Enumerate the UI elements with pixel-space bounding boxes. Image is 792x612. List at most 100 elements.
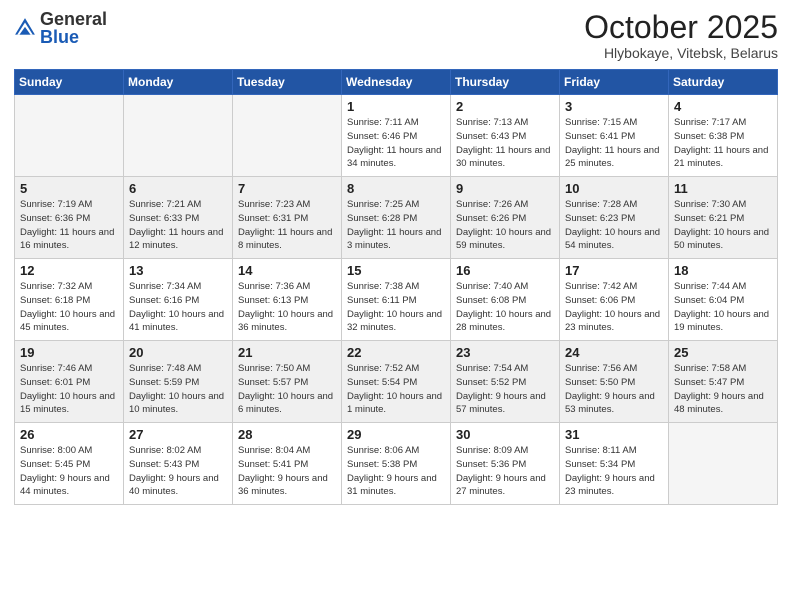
header-monday: Monday — [124, 70, 233, 95]
calendar-header-row: Sunday Monday Tuesday Wednesday Thursday… — [15, 70, 778, 95]
header: General Blue October 2025 Hlybokaye, Vit… — [14, 10, 778, 61]
month-title: October 2025 — [584, 10, 778, 45]
day-number: 27 — [129, 427, 227, 442]
day-info: Sunrise: 7:48 AM Sunset: 5:59 PM Dayligh… — [129, 362, 227, 417]
day-info: Sunrise: 7:54 AM Sunset: 5:52 PM Dayligh… — [456, 362, 554, 417]
day-number: 29 — [347, 427, 445, 442]
calendar-cell-2-6: 10 Sunrise: 7:28 AM Sunset: 6:23 PM Dayli… — [560, 177, 669, 259]
day-number: 2 — [456, 99, 554, 114]
calendar-cell-1-5: 2 Sunrise: 7:13 AM Sunset: 6:43 PM Daylig… — [451, 95, 560, 177]
calendar-week-row-1: 1 Sunrise: 7:11 AM Sunset: 6:46 PM Daylig… — [15, 95, 778, 177]
calendar-week-row-5: 26 Sunrise: 8:00 AM Sunset: 5:45 PM Dayli… — [15, 423, 778, 505]
day-info: Sunrise: 7:56 AM Sunset: 5:50 PM Dayligh… — [565, 362, 663, 417]
title-block: October 2025 Hlybokaye, Vitebsk, Belarus — [584, 10, 778, 61]
day-number: 26 — [20, 427, 118, 442]
day-info: Sunrise: 7:19 AM Sunset: 6:36 PM Dayligh… — [20, 198, 118, 253]
calendar-cell-5-7 — [669, 423, 778, 505]
day-info: Sunrise: 7:13 AM Sunset: 6:43 PM Dayligh… — [456, 116, 554, 171]
calendar-cell-3-1: 12 Sunrise: 7:32 AM Sunset: 6:18 PM Dayli… — [15, 259, 124, 341]
calendar-week-row-2: 5 Sunrise: 7:19 AM Sunset: 6:36 PM Daylig… — [15, 177, 778, 259]
day-number: 14 — [238, 263, 336, 278]
page-container: General Blue October 2025 Hlybokaye, Vit… — [0, 0, 792, 513]
calendar-cell-3-6: 17 Sunrise: 7:42 AM Sunset: 6:06 PM Dayli… — [560, 259, 669, 341]
day-number: 25 — [674, 345, 772, 360]
calendar-cell-3-5: 16 Sunrise: 7:40 AM Sunset: 6:08 PM Dayli… — [451, 259, 560, 341]
header-sunday: Sunday — [15, 70, 124, 95]
calendar-cell-4-4: 22 Sunrise: 7:52 AM Sunset: 5:54 PM Dayli… — [342, 341, 451, 423]
calendar-cell-5-2: 27 Sunrise: 8:02 AM Sunset: 5:43 PM Dayli… — [124, 423, 233, 505]
logo-text-block: General Blue — [40, 10, 107, 46]
header-saturday: Saturday — [669, 70, 778, 95]
day-number: 4 — [674, 99, 772, 114]
day-info: Sunrise: 7:50 AM Sunset: 5:57 PM Dayligh… — [238, 362, 336, 417]
day-number: 12 — [20, 263, 118, 278]
day-number: 6 — [129, 181, 227, 196]
day-number: 17 — [565, 263, 663, 278]
day-info: Sunrise: 7:11 AM Sunset: 6:46 PM Dayligh… — [347, 116, 445, 171]
day-number: 3 — [565, 99, 663, 114]
day-number: 1 — [347, 99, 445, 114]
day-number: 31 — [565, 427, 663, 442]
day-number: 20 — [129, 345, 227, 360]
calendar-cell-4-2: 20 Sunrise: 7:48 AM Sunset: 5:59 PM Dayli… — [124, 341, 233, 423]
day-info: Sunrise: 7:25 AM Sunset: 6:28 PM Dayligh… — [347, 198, 445, 253]
calendar-cell-2-1: 5 Sunrise: 7:19 AM Sunset: 6:36 PM Daylig… — [15, 177, 124, 259]
calendar-cell-4-6: 24 Sunrise: 7:56 AM Sunset: 5:50 PM Dayli… — [560, 341, 669, 423]
calendar-cell-1-7: 4 Sunrise: 7:17 AM Sunset: 6:38 PM Daylig… — [669, 95, 778, 177]
day-number: 5 — [20, 181, 118, 196]
day-number: 16 — [456, 263, 554, 278]
day-info: Sunrise: 7:23 AM Sunset: 6:31 PM Dayligh… — [238, 198, 336, 253]
day-number: 24 — [565, 345, 663, 360]
header-tuesday: Tuesday — [233, 70, 342, 95]
calendar-cell-1-6: 3 Sunrise: 7:15 AM Sunset: 6:41 PM Daylig… — [560, 95, 669, 177]
day-number: 28 — [238, 427, 336, 442]
calendar-cell-3-7: 18Sunrise: 7:44 AM Sunset: 6:04 PM Dayli… — [669, 259, 778, 341]
day-number: 7 — [238, 181, 336, 196]
calendar-cell-3-4: 15 Sunrise: 7:38 AM Sunset: 6:11 PM Dayli… — [342, 259, 451, 341]
day-info: Sunrise: 7:15 AM Sunset: 6:41 PM Dayligh… — [565, 116, 663, 171]
header-thursday: Thursday — [451, 70, 560, 95]
day-number: 11 — [674, 181, 772, 196]
day-number: 23 — [456, 345, 554, 360]
day-number: 10 — [565, 181, 663, 196]
day-info: Sunrise: 7:58 AM Sunset: 5:47 PM Dayligh… — [674, 362, 772, 417]
day-number: 19 — [20, 345, 118, 360]
calendar-cell-2-4: 8 Sunrise: 7:25 AM Sunset: 6:28 PM Daylig… — [342, 177, 451, 259]
day-info: Sunrise: 7:32 AM Sunset: 6:18 PM Dayligh… — [20, 280, 118, 335]
calendar-cell-3-3: 14Sunrise: 7:36 AM Sunset: 6:13 PM Dayli… — [233, 259, 342, 341]
day-number: 8 — [347, 181, 445, 196]
calendar-cell-1-3 — [233, 95, 342, 177]
day-number: 22 — [347, 345, 445, 360]
location-title: Hlybokaye, Vitebsk, Belarus — [584, 45, 778, 61]
day-info: Sunrise: 7:28 AM Sunset: 6:23 PM Dayligh… — [565, 198, 663, 253]
logo: General Blue — [14, 10, 107, 46]
day-info: Sunrise: 7:42 AM Sunset: 6:06 PM Dayligh… — [565, 280, 663, 335]
day-info: Sunrise: 7:40 AM Sunset: 6:08 PM Dayligh… — [456, 280, 554, 335]
calendar: Sunday Monday Tuesday Wednesday Thursday… — [14, 69, 778, 505]
calendar-cell-1-4: 1 Sunrise: 7:11 AM Sunset: 6:46 PM Daylig… — [342, 95, 451, 177]
calendar-cell-4-1: 19 Sunrise: 7:46 AM Sunset: 6:01 PM Dayli… — [15, 341, 124, 423]
calendar-cell-1-2 — [124, 95, 233, 177]
day-number: 15 — [347, 263, 445, 278]
calendar-cell-5-1: 26 Sunrise: 8:00 AM Sunset: 5:45 PM Dayli… — [15, 423, 124, 505]
day-info: Sunrise: 7:17 AM Sunset: 6:38 PM Dayligh… — [674, 116, 772, 171]
day-info: Sunrise: 8:00 AM Sunset: 5:45 PM Dayligh… — [20, 444, 118, 499]
calendar-cell-4-7: 25 Sunrise: 7:58 AM Sunset: 5:47 PM Dayli… — [669, 341, 778, 423]
calendar-cell-5-6: 31Sunrise: 8:11 AM Sunset: 5:34 PM Dayli… — [560, 423, 669, 505]
calendar-week-row-4: 19 Sunrise: 7:46 AM Sunset: 6:01 PM Dayli… — [15, 341, 778, 423]
logo-icon — [14, 17, 36, 39]
day-info: Sunrise: 7:38 AM Sunset: 6:11 PM Dayligh… — [347, 280, 445, 335]
calendar-cell-1-1 — [15, 95, 124, 177]
calendar-cell-2-7: 11 Sunrise: 7:30 AM Sunset: 6:21 PM Dayli… — [669, 177, 778, 259]
day-info: Sunrise: 7:46 AM Sunset: 6:01 PM Dayligh… — [20, 362, 118, 417]
header-friday: Friday — [560, 70, 669, 95]
day-number: 18 — [674, 263, 772, 278]
day-info: Sunrise: 7:34 AM Sunset: 6:16 PM Dayligh… — [129, 280, 227, 335]
day-info: Sunrise: 7:30 AM Sunset: 6:21 PM Dayligh… — [674, 198, 772, 253]
day-info: Sunrise: 8:02 AM Sunset: 5:43 PM Dayligh… — [129, 444, 227, 499]
logo-blue: Blue — [40, 28, 107, 46]
day-info: Sunrise: 7:52 AM Sunset: 5:54 PM Dayligh… — [347, 362, 445, 417]
day-info: Sunrise: 8:09 AM Sunset: 5:36 PM Dayligh… — [456, 444, 554, 499]
calendar-cell-5-5: 30Sunrise: 8:09 AM Sunset: 5:36 PM Dayli… — [451, 423, 560, 505]
day-info: Sunrise: 8:04 AM Sunset: 5:41 PM Dayligh… — [238, 444, 336, 499]
